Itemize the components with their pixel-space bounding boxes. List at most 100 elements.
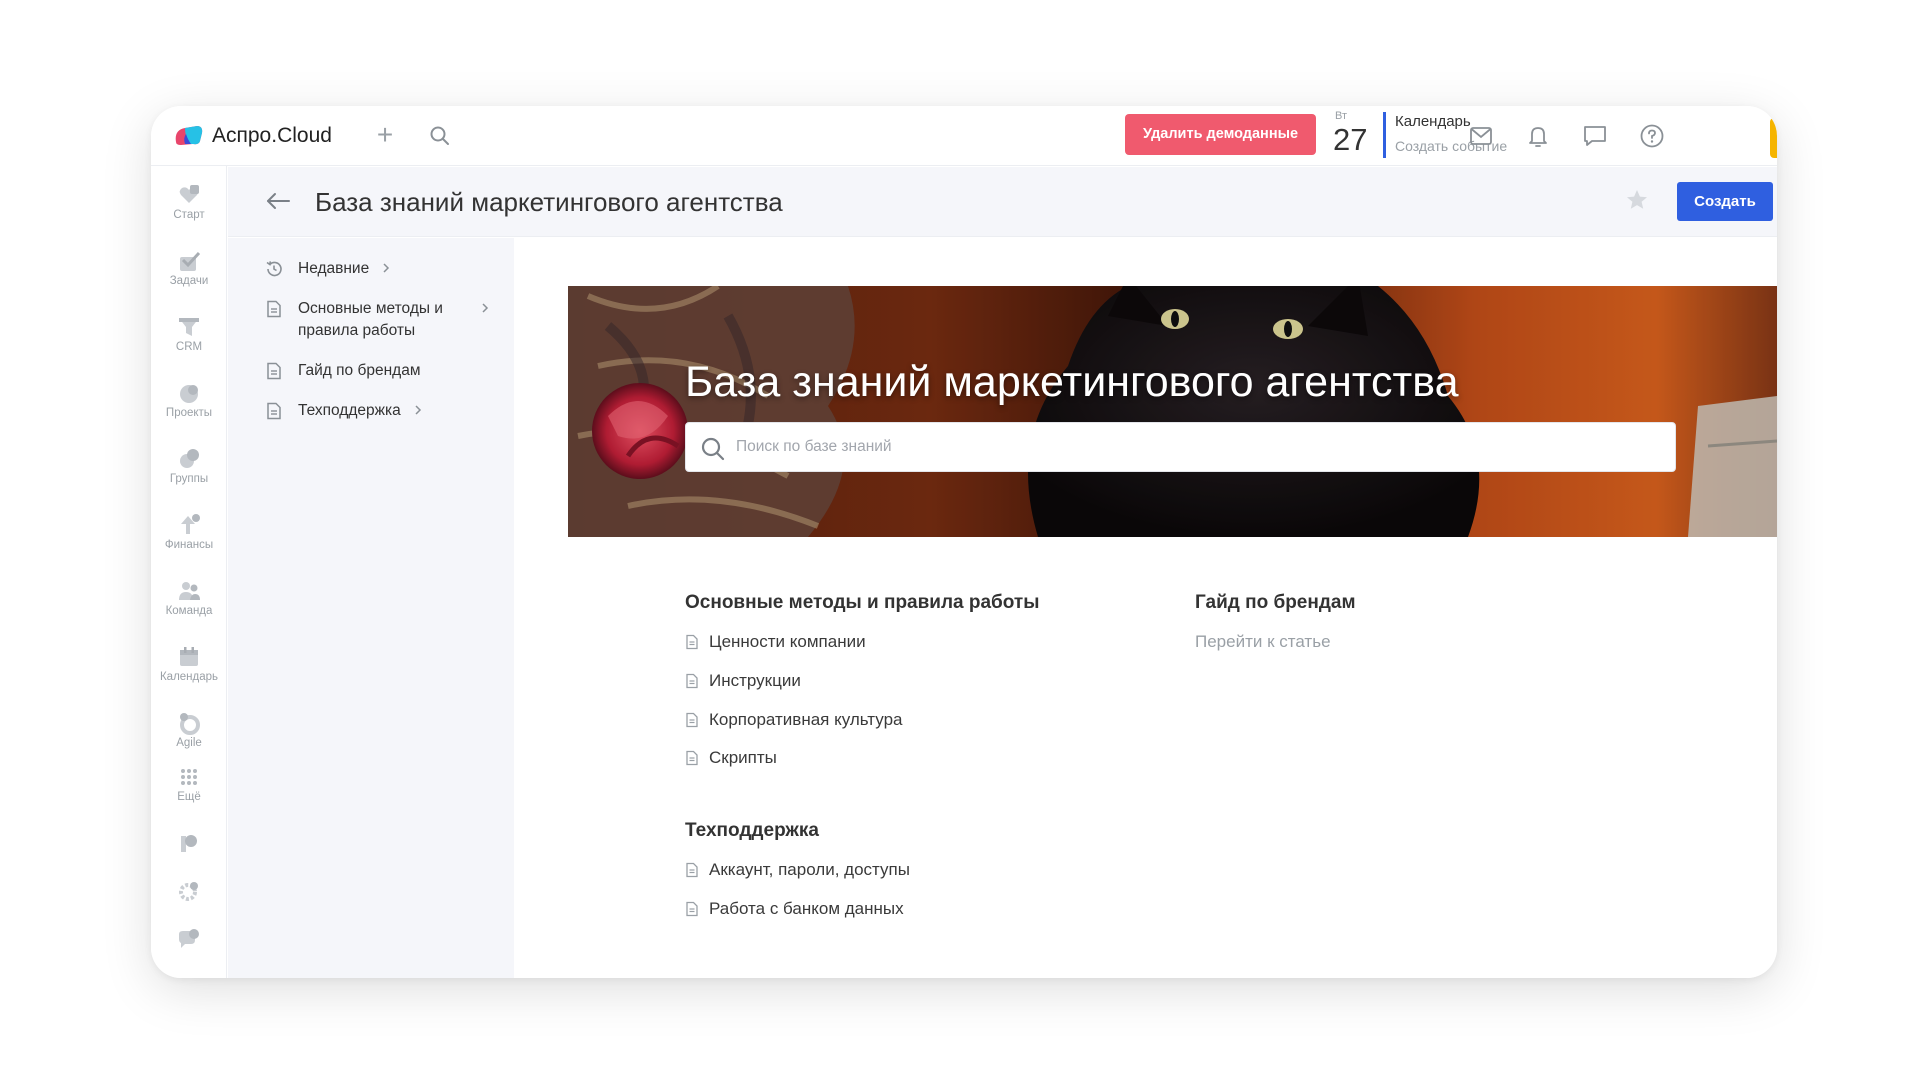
bell-icon[interactable] [1525,123,1551,149]
tree-item-label: Основные методы и правила работы [298,300,443,339]
settings-icon [179,882,198,901]
funnel-icon [179,318,199,336]
rail-item-groups[interactable]: Группы [151,446,227,485]
article-title: Скрипты [709,748,777,767]
rail-item-label: Группы [169,473,209,485]
tree-item-support[interactable]: Техподдержка [264,400,425,422]
tree-item-recent[interactable]: Недавние [264,258,393,280]
app-window: Аспро.Cloud + Удалить демоданные Вт 27 К… [151,106,1777,978]
clock-icon [266,261,282,277]
search-icon[interactable] [428,124,452,148]
left-rail: Старт Задачи CRM Проекты Группы Финансы … [151,166,227,978]
tree-item-label: Техподдержка [298,402,401,419]
banner-title: База знаний маркетингового агентства [685,358,1459,406]
rail-item-label: Проекты [165,407,213,419]
search-icon [701,437,725,461]
chat-icon[interactable] [1582,123,1608,149]
page-header: База знаний маркетингового агентства Соз… [228,167,1777,237]
date-divider [1383,112,1386,158]
chevron-right-icon[interactable] [379,258,393,278]
section-title-support[interactable]: Техподдержка [685,820,819,842]
article-title: Ценности компании [709,632,866,651]
rail-item-label: Финансы [164,539,214,551]
grid-icon [181,769,197,785]
rail-item-label: Agile [176,737,202,749]
document-icon [686,634,698,650]
document-icon [267,402,281,420]
rail-item-label: Календарь [159,671,219,683]
article-link[interactable]: Работа с банком данных [685,899,904,919]
tree-item-label: Гайд по брендам [298,362,421,379]
rail-item-label: Старт [173,209,205,221]
back-arrow-icon[interactable] [264,187,292,215]
chevron-right-icon[interactable] [411,400,425,420]
tree-item-label: Недавние [298,260,370,277]
document-icon [267,300,281,318]
agile-icon [180,713,200,735]
section-title-methods[interactable]: Основные методы и правила работы [685,592,1039,614]
top-bar: Аспро.Cloud + Удалить демоданные Вт 27 К… [151,106,1777,166]
rail-item-label: CRM [175,341,203,353]
rail-item-team[interactable]: Команда [151,578,227,617]
knowledge-icon [181,835,197,852]
article-link[interactable]: Инструкции [685,671,801,691]
page-title: База знаний маркетингового агентства [315,187,783,217]
chevron-right-icon[interactable] [478,298,492,318]
rail-item-knowledge[interactable] [151,830,227,856]
star-icon[interactable] [1624,187,1650,213]
tree-item-brands[interactable]: Гайд по брендам [264,360,420,382]
calendar-icon [180,647,198,666]
article-title: Инструкции [709,671,801,690]
plus-icon[interactable]: + [371,121,399,150]
rail-item-finance[interactable]: Финансы [151,512,227,551]
article-title: Работа с банком данных [709,899,904,918]
brand-name[interactable]: Аспро.Cloud [212,124,332,148]
document-icon [686,901,698,917]
read-article-link[interactable]: Перейти к статье [1195,632,1331,652]
section-title-brands[interactable]: Гайд по брендам [1195,592,1356,614]
mail-icon[interactable] [1468,123,1494,149]
rail-item-settings[interactable] [151,878,227,904]
article-title: Корпоративная культура [709,710,903,729]
article-link[interactable]: Скрипты [685,748,777,768]
logo-icon [175,126,203,145]
help-icon[interactable] [1639,123,1665,149]
banner-cat-photo [568,286,1777,537]
projects-icon [180,385,198,403]
check-icon [180,251,201,271]
calendar-widget-title[interactable]: Календарь [1395,113,1471,130]
kb-search-input[interactable] [736,423,1656,471]
rail-item-calendar[interactable]: Календарь [151,644,227,683]
hero-banner: База знаний маркетингового агентства [568,286,1777,537]
support-chat-icon [179,929,199,948]
groups-icon [180,449,199,468]
article-link[interactable]: Корпоративная культура [685,710,903,730]
rail-item-support[interactable] [151,926,227,952]
document-icon [686,673,698,689]
rail-item-projects[interactable]: Проекты [151,380,227,419]
delete-demo-data-button[interactable]: Удалить демоданные [1125,114,1316,155]
knowledge-tree: Недавние Основные методы и правила работ… [228,238,514,978]
create-button[interactable]: Создать [1677,182,1773,221]
rail-item-crm[interactable]: CRM [151,314,227,353]
article-link[interactable]: Аккаунт, пароли, доступы [685,860,910,880]
rail-item-label: Команда [165,605,213,617]
date-day[interactable]: 27 [1333,123,1367,157]
heart-icon [179,185,199,203]
document-icon [686,712,698,728]
rail-item-start[interactable]: Старт [151,182,227,221]
rail-item-label: Задачи [169,275,209,287]
main-content: База знаний маркетингового агентства Осн… [515,238,1777,978]
document-icon [686,750,698,766]
team-icon [179,582,200,600]
rail-item-agile[interactable]: Agile [151,710,227,749]
rail-item-label: Ещё [177,791,201,803]
article-link[interactable]: Ценности компании [685,632,866,652]
tree-item-methods[interactable]: Основные методы и правила работы [264,298,498,342]
rail-item-more[interactable]: Ещё [151,764,227,803]
finance-icon [181,514,200,534]
kb-search-box[interactable] [685,422,1676,472]
rail-item-tasks[interactable]: Задачи [151,248,227,287]
side-panel-tab[interactable] [1770,118,1777,158]
document-icon [686,862,698,878]
